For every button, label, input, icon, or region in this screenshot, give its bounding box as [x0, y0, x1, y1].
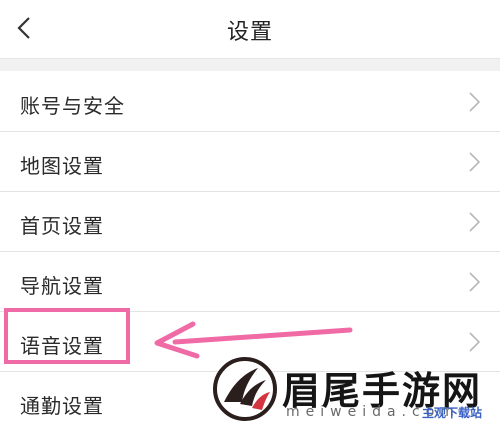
pointer-arrow-icon: [154, 321, 353, 359]
settings-item-label: 首页设置: [20, 214, 104, 238]
watermark-logo-icon: [213, 357, 277, 421]
settings-item-label: 通勤设置: [20, 394, 104, 418]
settings-item-account-security[interactable]: 账号与安全: [0, 72, 500, 132]
section-gap: [0, 58, 500, 71]
watermark-overlay-text: 主观下载站: [422, 406, 483, 420]
settings-item-label: 导航设置: [20, 274, 104, 298]
settings-item-label: 地图设置: [20, 154, 104, 178]
chevron-right-icon: [469, 332, 481, 352]
chevron-right-icon: [469, 272, 481, 292]
chevron-right-icon: [469, 212, 481, 232]
page-title: 设置: [226, 20, 273, 45]
highlight-box: [4, 308, 130, 364]
chevron-right-icon: [469, 92, 481, 112]
watermark: 眉尾手游网 meiweida.com 主观下载站: [212, 356, 500, 426]
settings-item-navigation[interactable]: 导航设置: [0, 252, 500, 312]
header-bar: 设置: [0, 0, 500, 58]
chevron-right-icon: [469, 152, 481, 172]
settings-item-home[interactable]: 首页设置: [0, 192, 500, 252]
settings-item-label: 账号与安全: [20, 94, 125, 118]
settings-item-map[interactable]: 地图设置: [0, 132, 500, 192]
